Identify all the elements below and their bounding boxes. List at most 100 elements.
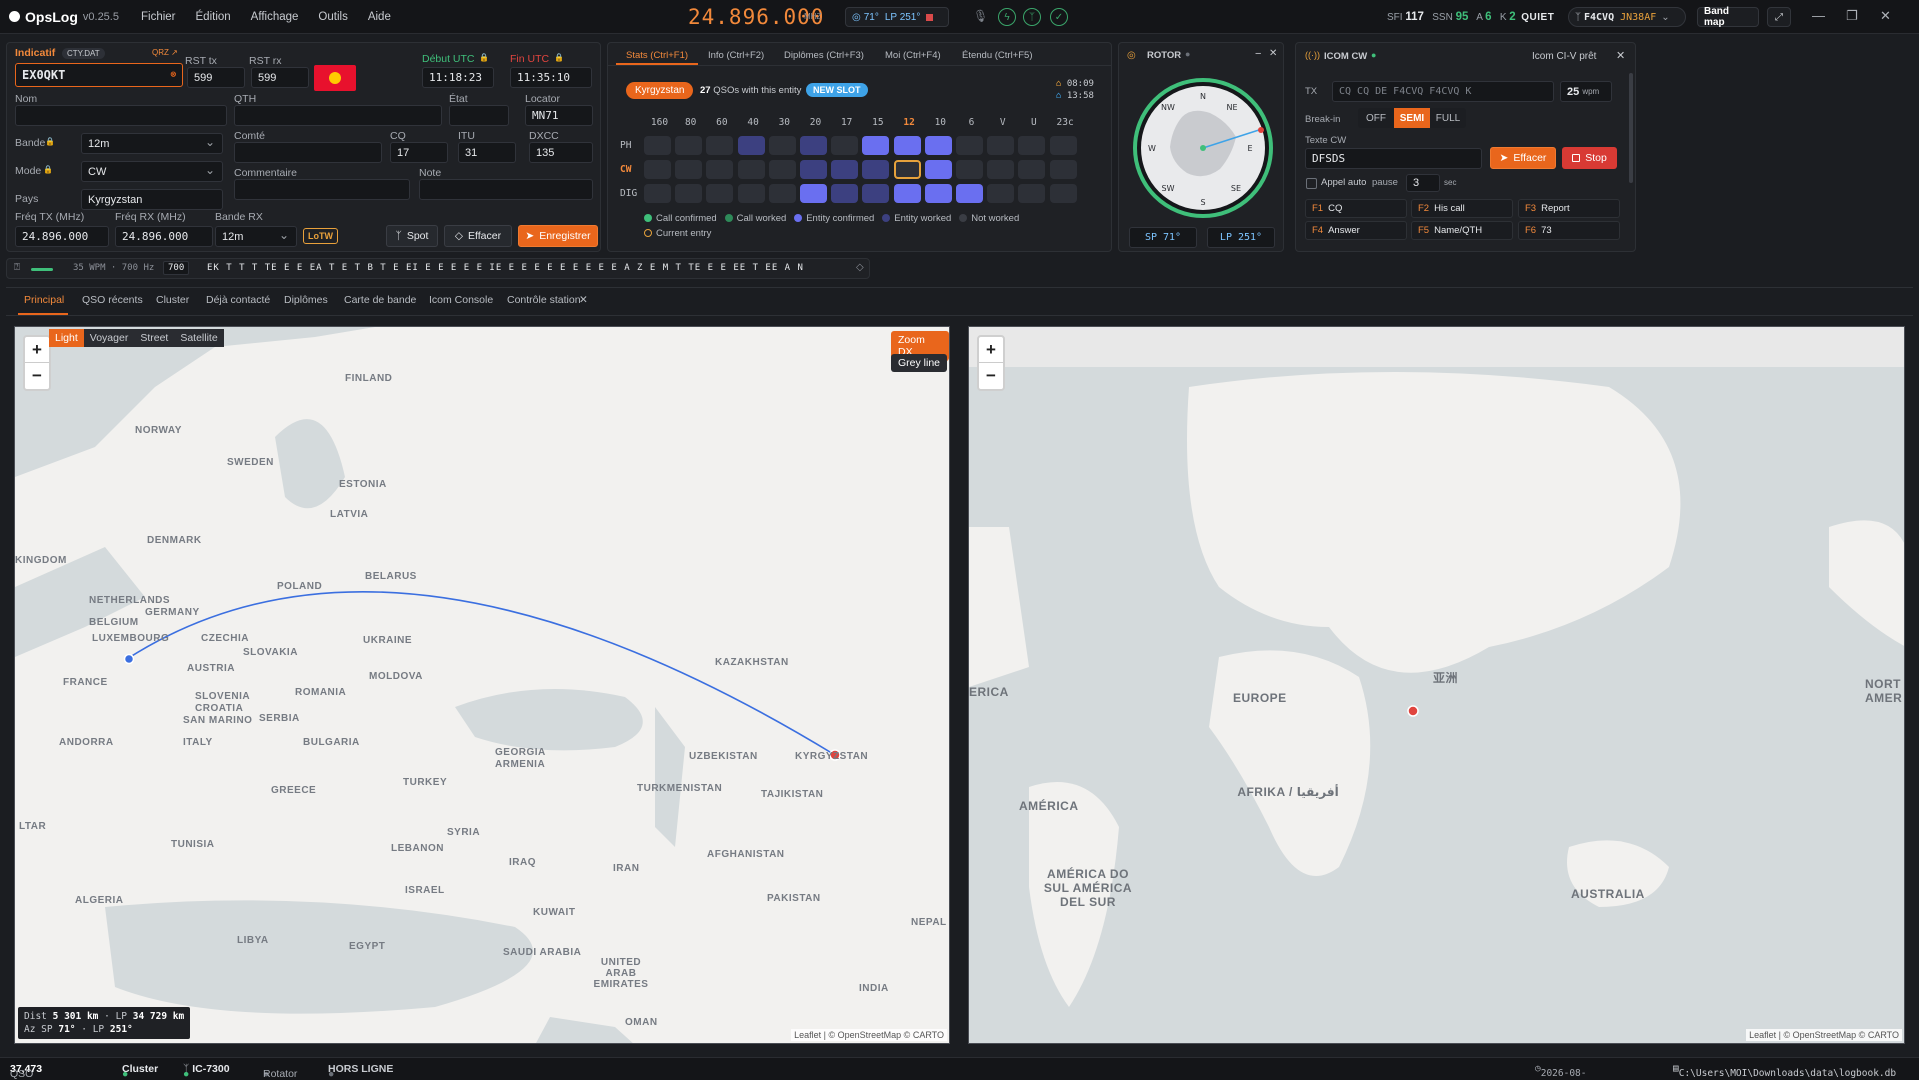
stats-cell[interactable] — [737, 184, 765, 203]
tab-carte-de-bande[interactable]: Carte de bande — [344, 294, 416, 306]
stats-cell[interactable] — [924, 160, 952, 179]
stop-cw-button[interactable]: Stop — [1562, 147, 1617, 169]
menu-edition[interactable]: Édition — [196, 11, 231, 23]
texte-cw-input[interactable]: DFSDS — [1305, 148, 1482, 169]
tab-deja-contacte[interactable]: Déjà contacté — [206, 294, 270, 306]
stop-icon[interactable] — [926, 13, 934, 21]
lock-icon[interactable]: 🔒 — [479, 53, 489, 62]
stats-cell[interactable] — [800, 136, 827, 155]
stats-cell[interactable] — [1049, 184, 1077, 203]
restore-icon[interactable]: ❐ — [1846, 8, 1858, 24]
check-icon[interactable]: ✓ — [1050, 8, 1068, 26]
tab-stats[interactable]: Stats (Ctrl+F1) — [626, 50, 688, 61]
dxcc-input[interactable]: 135 — [529, 142, 593, 163]
stats-cell[interactable] — [1018, 184, 1046, 203]
rotor-lp[interactable]: LP 251° — [1207, 227, 1275, 248]
effacer-button[interactable]: ◇ Effacer — [444, 225, 512, 247]
stats-cell[interactable] — [644, 160, 671, 179]
lock-icon[interactable]: 🔒 — [45, 137, 55, 146]
appel-auto-checkbox[interactable] — [1306, 178, 1317, 189]
bande-select[interactable]: 12m — [81, 133, 223, 154]
menu-aide[interactable]: Aide — [368, 11, 391, 23]
stats-cell[interactable] — [800, 160, 827, 179]
macro-f1-button[interactable]: F1 CQ — [1305, 199, 1407, 218]
scrollbar[interactable] — [1629, 73, 1633, 183]
etat-input[interactable] — [449, 105, 509, 126]
zoom-out-icon[interactable]: − — [25, 363, 49, 389]
fin-utc-input[interactable]: 11:35:10 — [510, 67, 592, 88]
tab-diplomes[interactable]: Diplômes (Ctrl+F3) — [784, 50, 864, 61]
qrz-link[interactable]: QRZ ↗ — [152, 48, 178, 57]
wpm-stepper[interactable]: 25 wpm — [1560, 81, 1612, 102]
minimize-panel-icon[interactable]: − — [1255, 48, 1261, 60]
stats-cell[interactable] — [675, 136, 703, 155]
stats-cell[interactable] — [831, 136, 859, 155]
commentaire-input[interactable] — [234, 179, 410, 200]
freq-rx-input[interactable]: 24.896.000 — [115, 226, 213, 247]
stats-cell[interactable] — [893, 136, 921, 155]
menu-outils[interactable]: Outils — [318, 11, 347, 23]
tx-text-input[interactable]: CQ CQ DE F4CVQ F4CVQ K — [1332, 81, 1554, 102]
macro-f4-button[interactable]: F4 Answer — [1305, 221, 1407, 240]
lock-icon[interactable]: 🔒 — [554, 53, 564, 62]
microphone-icon[interactable]: 🎙 — [973, 9, 988, 23]
tab-principal[interactable]: Principal — [24, 294, 64, 306]
stats-cell[interactable] — [956, 160, 983, 179]
stats-cell[interactable] — [1049, 136, 1077, 155]
stats-cell[interactable] — [768, 136, 796, 155]
stats-cell[interactable] — [987, 136, 1015, 155]
help-icon[interactable]: ⍰ — [14, 262, 20, 273]
pays-input[interactable]: Kyrgyzstan — [81, 189, 223, 210]
stats-cell[interactable] — [924, 136, 952, 155]
stats-cell[interactable] — [644, 136, 671, 155]
macro-f6-button[interactable]: F6 73 — [1518, 221, 1620, 240]
band-map-button[interactable]: Band map — [1697, 6, 1759, 28]
lotw-badge[interactable]: LoTW — [303, 228, 338, 244]
stats-cell[interactable] — [924, 184, 952, 203]
station-selector[interactable]: ᛉ F4CVQ JN38AF ⌄ — [1568, 7, 1686, 27]
dx-map[interactable]: FINLAND NORWAY SWEDEN ESTONIA LATVIA DENMARK K… — [14, 326, 950, 1044]
cq-input[interactable]: 17 — [390, 142, 448, 163]
close-panel-icon[interactable]: ✕ — [1616, 49, 1625, 62]
minimize-icon[interactable]: — — [1812, 8, 1825, 23]
tab-diplomes-main[interactable]: Diplômes — [284, 294, 328, 306]
stats-cell[interactable] — [1049, 160, 1077, 179]
stats-cell[interactable] — [706, 184, 734, 203]
stats-cell[interactable] — [644, 184, 671, 203]
callsign-input[interactable]: EX0QKT ⊗ — [15, 63, 183, 87]
qth-input[interactable] — [234, 105, 442, 126]
macro-f5-button[interactable]: F5 Name/QTH — [1411, 221, 1513, 240]
stats-cell[interactable] — [893, 184, 921, 203]
rotor-compass[interactable]: N NE E SE S SW W NW — [1132, 77, 1274, 219]
stats-cell[interactable] — [706, 136, 734, 155]
stats-cell[interactable] — [987, 184, 1015, 203]
note-input[interactable] — [419, 179, 593, 200]
tab-icom-console[interactable]: Icom Console — [429, 294, 493, 306]
cluster-status[interactable]: ● Cluster — [122, 1063, 158, 1080]
stats-cell[interactable] — [1018, 160, 1046, 179]
bolt-icon[interactable]: ϟ — [998, 8, 1016, 26]
stats-cell[interactable] — [956, 184, 983, 203]
zoom-in-icon[interactable]: + — [25, 337, 49, 363]
close-window-icon[interactable]: ✕ — [1880, 8, 1891, 24]
stats-cell[interactable] — [1018, 136, 1046, 155]
stats-cell[interactable] — [956, 136, 983, 155]
layer-street[interactable]: Street — [134, 329, 175, 347]
comte-input[interactable] — [234, 142, 382, 163]
macro-f3-button[interactable]: F3 Report — [1518, 199, 1620, 218]
stats-cell[interactable] — [706, 160, 734, 179]
stats-cell[interactable] — [768, 160, 796, 179]
stats-cell[interactable] — [800, 184, 827, 203]
stats-cell[interactable] — [893, 160, 921, 179]
tab-controle-station[interactable]: Contrôle station — [507, 294, 581, 306]
tab-info[interactable]: Info (Ctrl+F2) — [708, 50, 764, 61]
close-panel-icon[interactable]: ✕ — [1269, 48, 1277, 59]
tab-moi[interactable]: Moi (Ctrl+F4) — [885, 50, 941, 61]
expand-icon[interactable]: ⤢ — [1767, 7, 1791, 27]
radio-status[interactable]: ● ᛉ IC-7300 — [183, 1063, 230, 1080]
locator-input[interactable]: MN71 — [525, 105, 593, 126]
clear-icon[interactable]: ⊗ — [171, 70, 176, 80]
rst-tx-input[interactable]: 599 — [187, 67, 245, 88]
layer-satellite[interactable]: Satellite — [174, 329, 224, 347]
zoom-out-icon[interactable]: − — [979, 363, 1003, 389]
